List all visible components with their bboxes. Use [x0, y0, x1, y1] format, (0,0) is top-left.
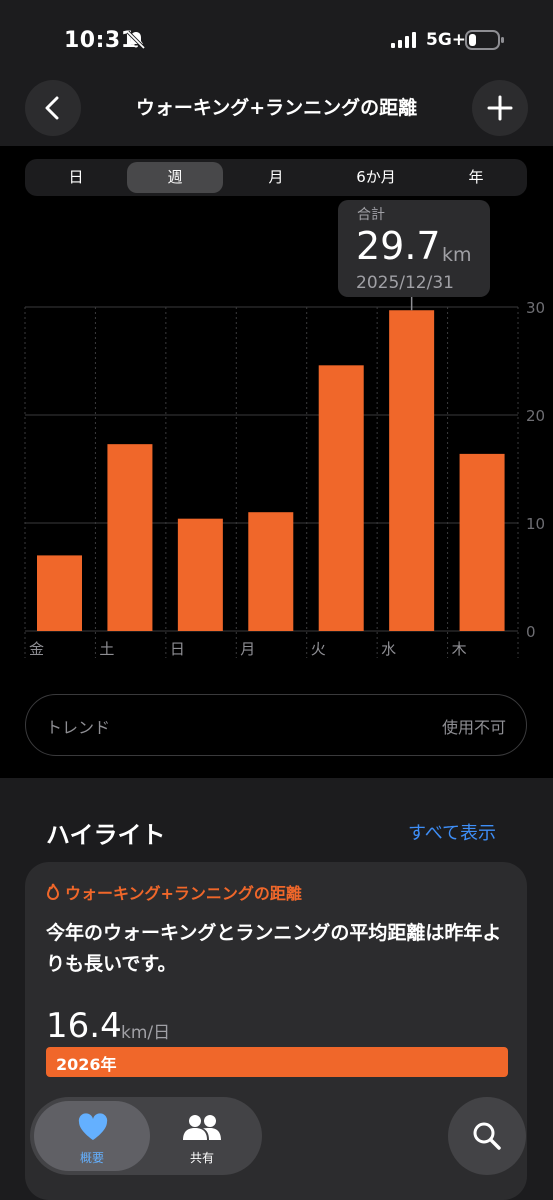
trend-label: トレンド: [46, 718, 111, 737]
trend-value: 使用不可: [441, 718, 506, 737]
bar-金[interactable]: [37, 555, 82, 631]
x-tick-label: 火: [311, 640, 326, 658]
bar-水[interactable]: [389, 310, 435, 631]
highlight-card-unit: km/日: [121, 1023, 171, 1043]
search-icon: [473, 1122, 501, 1150]
tab-sharing-label: 共有: [189, 1151, 214, 1165]
y-tick-label: 10: [526, 515, 545, 533]
highlight-card-tag: ウォーキング+ランニングの距離: [45, 880, 302, 904]
y-tick-label: 0: [526, 623, 536, 641]
flame-icon: [46, 883, 60, 900]
x-tick-label: 水: [381, 640, 396, 658]
tab-bar: 概要 共有: [30, 1097, 262, 1175]
heart-icon: [78, 1113, 108, 1140]
distance-bar-chart[interactable]: 0 10 20 30 金 土 日 月 火 水 木: [0, 0, 553, 680]
x-tick-label: 木: [452, 640, 467, 658]
see-all-link[interactable]: すべて表示: [408, 819, 496, 845]
highlights-title: ハイライト: [46, 821, 166, 849]
comparison-bar-2026: 2026年: [46, 1047, 508, 1077]
tooltip-value: 29.7: [356, 224, 441, 268]
highlight-card-tag-label: ウォーキング+ランニングの距離: [65, 884, 302, 903]
x-tick-label: 月: [240, 640, 255, 658]
people-icon: [183, 1115, 221, 1140]
highlight-card-value: 16.4: [46, 1006, 122, 1046]
tooltip-unit: km: [442, 244, 472, 266]
trend-row[interactable]: トレンド 使用不可: [25, 694, 527, 756]
x-tick-label: 日: [170, 640, 185, 658]
tooltip-date: 2025/12/31: [356, 273, 454, 293]
x-tick-label: 金: [29, 640, 44, 658]
bar-木[interactable]: [459, 453, 505, 631]
search-button[interactable]: [448, 1097, 526, 1175]
bar-月[interactable]: [248, 512, 294, 631]
tab-summary[interactable]: 概要: [34, 1101, 150, 1171]
y-tick-label: 30: [526, 299, 545, 317]
tab-sharing[interactable]: 共有: [144, 1101, 260, 1171]
tab-summary-label: 概要: [79, 1151, 104, 1165]
highlight-card-text: 今年のウォーキングとランニングの平均距離は昨年よりも長いです。: [46, 922, 502, 975]
bar-火[interactable]: [318, 365, 364, 631]
selection-tooltip: 合計 29.7 km 2025/12/31: [338, 200, 490, 297]
y-tick-label: 20: [526, 407, 545, 425]
bar-土[interactable]: [107, 444, 153, 631]
tooltip-label: 合計: [357, 207, 385, 223]
x-tick-label: 土: [99, 640, 114, 658]
comparison-bar-label: 2026年: [56, 1055, 117, 1074]
bar-日[interactable]: [177, 518, 223, 631]
